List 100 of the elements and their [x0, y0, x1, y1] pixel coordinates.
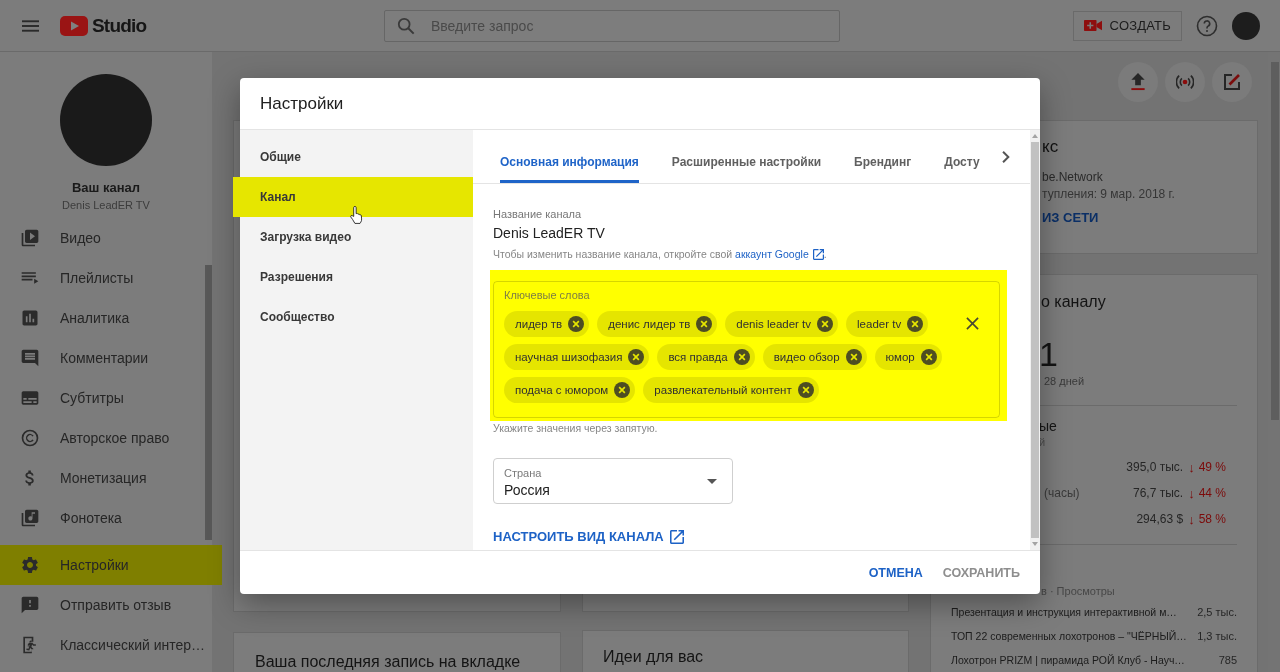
clear-icon[interactable] [966, 317, 979, 330]
field-label: Ключевые слова [504, 288, 591, 302]
nav-item[interactable]: Классический интер… [0, 625, 204, 665]
field-label: Название канала [493, 207, 583, 221]
hint-text: Чтобы изменить название канала, откройте свой аккаунт Google . [493, 247, 828, 261]
edit-button[interactable] [1212, 62, 1252, 102]
view-count: 785 [1218, 654, 1237, 666]
nav-item[interactable]: Комментарии [0, 338, 204, 378]
keyword-chip[interactable]: юмор [874, 344, 942, 370]
hint-text: Укажите значения через запятую. [493, 421, 659, 435]
scrollbar[interactable] [205, 265, 212, 540]
field-value: Россия [504, 481, 551, 499]
remove-icon[interactable] [817, 316, 834, 332]
keyword-chip[interactable]: видео обзор [762, 344, 867, 370]
keyword-chip[interactable]: denis leader tv [725, 311, 839, 337]
trend-arrow: ↓ [1188, 511, 1195, 527]
search-icon [397, 16, 415, 35]
remove-icon[interactable] [797, 382, 814, 398]
view-count: 1,3 тыс. [1197, 630, 1237, 642]
live-button[interactable] [1165, 62, 1205, 102]
bar-chart-icon [20, 308, 40, 328]
nav-item[interactable]: Монетизация [0, 458, 204, 498]
nav-item[interactable]: Авторское право [0, 418, 204, 458]
user-avatar[interactable] [1232, 11, 1260, 40]
nav-item[interactable]: Субтитры [0, 378, 204, 418]
add-video-icon [1083, 19, 1102, 32]
nav-item[interactable]: Общие [240, 137, 473, 177]
remove-icon[interactable] [845, 349, 862, 365]
remove-icon[interactable] [628, 349, 645, 365]
nav-item[interactable]: Разрешения [240, 257, 473, 297]
cancel-button[interactable]: ОТМЕНА [868, 559, 923, 586]
nav-item[interactable]: Канал [233, 177, 473, 217]
stat-value: 294,63 $ [1136, 512, 1184, 526]
subtitles-icon [20, 388, 40, 408]
remove-icon[interactable] [920, 349, 937, 365]
country-select[interactable]: Страна Россия [493, 458, 733, 504]
dialog-title: Настройки [260, 93, 344, 114]
nav-item[interactable]: Фонотека [0, 498, 204, 538]
nav-item[interactable]: Сообщество [240, 297, 473, 337]
channel-name-value: Denis LeadER TV [493, 224, 606, 242]
external-link-icon [812, 249, 824, 260]
keyword-chip[interactable]: подача с юмором [504, 377, 636, 403]
tab[interactable]: Досту [944, 130, 980, 183]
stat-change: 58 % [1198, 512, 1226, 526]
join-date: тупления: 9 мар. 2018 г. [1042, 186, 1176, 202]
keyword-chip[interactable]: денис лидер тв [597, 311, 718, 337]
keyword-chip[interactable]: развлекательный контент [643, 377, 819, 403]
stat-label: (часы) [1044, 486, 1080, 500]
keyword-chip[interactable]: вся правда [657, 344, 755, 370]
video-title[interactable]: Лохотрон PRIZM | пирамида РОЙ Клуб - Науч… [951, 654, 1185, 666]
hand-cursor-icon [350, 206, 363, 225]
nav-item[interactable]: Плейлисты [0, 258, 204, 298]
nav-item[interactable]: Настройки [0, 545, 222, 585]
customize-channel-link[interactable]: НАСТРОИТЬ ВИД КАНАЛА [493, 528, 684, 546]
keyword-chip[interactable]: лидер тв [504, 311, 590, 337]
comment-icon [20, 348, 40, 368]
live-broadcast-icon [1176, 73, 1194, 91]
keyword-chip[interactable]: leader tv [846, 311, 929, 337]
google-account-link[interactable]: аккаунт Google [735, 248, 824, 260]
edit-icon [1223, 73, 1241, 91]
stat-value: 76,7 тыс. [1133, 486, 1184, 500]
scrollbar[interactable] [1030, 130, 1040, 550]
card-title: кс [1042, 137, 1060, 157]
upload-icon [1129, 73, 1147, 91]
section-title: ые [1039, 417, 1058, 435]
menu-icon[interactable] [22, 19, 39, 32]
remove-icon[interactable] [614, 382, 631, 398]
logo-text[interactable]: Studio [92, 14, 147, 37]
upload-button[interactable] [1118, 62, 1158, 102]
remove-icon[interactable] [907, 316, 924, 332]
keywords-field[interactable]: Ключевые слова лидер тв денис лидер тв denis leader tv leader tv научная шизофазия вся правда видео обзор юмор подача с юмором развлекательный контент [493, 281, 1000, 418]
feedback-icon [20, 595, 40, 615]
remove-icon[interactable] [568, 316, 585, 332]
tab[interactable]: Расширенные настройки [671, 130, 822, 183]
stat-value: 395,0 тыс. [1126, 460, 1184, 474]
video-title[interactable]: Презентация и инструкция интерактивной м… [951, 606, 1177, 618]
create-button[interactable]: СОЗДАТЬ [1072, 10, 1182, 41]
period-label: 28 дней [1044, 374, 1086, 388]
dropdown-caret-icon [707, 479, 717, 484]
remove-icon[interactable] [696, 316, 713, 332]
channel-title: Ваш канал [70, 180, 142, 196]
video-library-icon [20, 228, 40, 248]
channel-name: Denis LeadER TV [61, 198, 151, 212]
card-title: Идеи для вас [603, 648, 705, 666]
help-icon[interactable] [1196, 14, 1218, 37]
copyright-icon [20, 428, 40, 448]
video-title[interactable]: ТОП 22 современных лохотронов – "ЧЁРНЫЙ… [951, 630, 1187, 642]
nav-item[interactable]: Аналитика [0, 298, 204, 338]
gear-icon [20, 555, 40, 575]
chevron-right-icon[interactable] [1002, 150, 1010, 163]
keyword-chip[interactable]: научная шизофазия [504, 344, 650, 370]
nav-item[interactable]: Загрузка видео [240, 217, 473, 257]
nav-item[interactable]: Отправить отзыв [0, 585, 204, 625]
field-label: Страна [504, 466, 543, 480]
trend-arrow: ↓ [1188, 485, 1195, 501]
tab[interactable]: Брендинг [854, 130, 912, 183]
nav-item[interactable]: Видео [0, 218, 204, 258]
tab[interactable]: Основная информация [500, 130, 639, 183]
stat-change: 49 % [1198, 460, 1226, 474]
remove-icon[interactable] [733, 349, 750, 365]
